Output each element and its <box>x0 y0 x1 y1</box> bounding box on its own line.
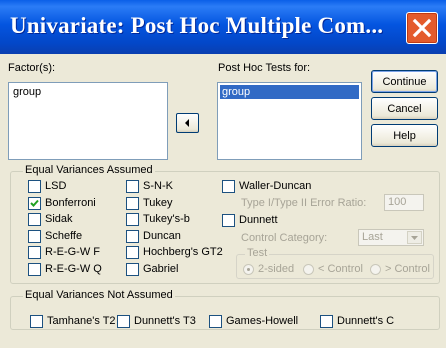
control-category-select[interactable]: Last <box>358 229 424 246</box>
scheffe-label: Scheffe <box>45 230 83 242</box>
tukey-s-b-label: Tukey's-b <box>143 213 190 225</box>
gabriel-label: Gabriel <box>143 263 179 275</box>
equal-variances-title: Equal Variances Assumed <box>23 164 155 176</box>
title-bar[interactable]: Univariate: Post Hoc Multiple Com... <box>0 0 446 54</box>
checkbox-box[interactable] <box>28 213 41 226</box>
dunnett-s-c-label: Dunnett's C <box>337 315 395 327</box>
checkbox-box[interactable] <box>117 315 130 328</box>
checkbox-box[interactable] <box>28 180 41 193</box>
duncan-label: Duncan <box>143 230 181 242</box>
checkmark-icon <box>30 199 39 207</box>
move-button[interactable] <box>176 113 199 133</box>
arrow-left-icon <box>185 119 189 127</box>
control-category-label: Control Category: <box>241 232 328 244</box>
radio-2-sided-label: 2-sided <box>258 263 295 275</box>
factors-listbox[interactable]: group <box>8 82 168 160</box>
games-howell-label: Games-Howell <box>226 315 299 327</box>
checkbox-box[interactable] <box>126 197 139 210</box>
dunnett-s-t3-label: Dunnett's T3 <box>134 315 196 327</box>
dropdown-button[interactable] <box>407 231 422 244</box>
tamhane-s-t2-label: Tamhane's T2 <box>47 315 116 327</box>
radio-dot[interactable] <box>370 264 381 275</box>
checkbox-box[interactable] <box>28 197 41 210</box>
radio-greater-control-label: > Control <box>385 263 430 275</box>
hochberg-s-gt2-label: Hochberg's GT2 <box>143 246 223 258</box>
continue-label: Continue <box>382 75 427 88</box>
checkbox-box[interactable] <box>222 214 235 227</box>
close-button[interactable] <box>406 12 438 44</box>
sidak-label: Sidak <box>45 213 73 225</box>
checkbox-box[interactable] <box>222 180 235 193</box>
radio-dot[interactable] <box>303 264 314 275</box>
checkbox-box[interactable] <box>28 263 41 276</box>
radio-dot[interactable] <box>243 264 254 275</box>
close-icon <box>412 18 432 38</box>
tukey-label: Tukey <box>143 197 173 209</box>
error-ratio-input[interactable]: 100 <box>384 194 424 211</box>
checkbox-box[interactable] <box>126 263 139 276</box>
chevron-down-icon <box>411 236 418 240</box>
cancel-button[interactable]: Cancel <box>371 97 438 120</box>
error-ratio-label: Type I/Type II Error Ratio: <box>241 197 367 209</box>
checkbox-box[interactable] <box>30 315 43 328</box>
cancel-label: Cancel <box>387 102 422 115</box>
checkbox-box[interactable] <box>320 315 333 328</box>
unequal-variances-title: Equal Variances Not Assumed <box>23 289 175 301</box>
posthoc-for-listbox[interactable]: group <box>217 82 362 160</box>
help-label: Help <box>393 129 416 142</box>
checkbox-box[interactable] <box>126 246 139 259</box>
posthoc-list-item[interactable]: group <box>220 85 359 99</box>
continue-button[interactable]: Continue <box>371 70 438 93</box>
checkbox-box[interactable] <box>126 180 139 193</box>
checkbox-box[interactable] <box>28 230 41 243</box>
factors-label: Factor(s): <box>8 62 56 74</box>
help-button[interactable]: Help <box>371 124 438 147</box>
radio-less-control-label: < Control <box>318 263 363 275</box>
r-e-g-w-f-label: R-E-G-W F <box>45 246 100 258</box>
r-e-g-w-q-label: R-E-G-W Q <box>45 263 102 275</box>
waller-duncan-label: Waller-Duncan <box>239 180 312 192</box>
checkbox-box[interactable] <box>28 246 41 259</box>
posthoc-for-label: Post Hoc Tests for: <box>218 62 311 74</box>
bonferroni-label: Bonferroni <box>45 197 96 209</box>
checkbox-box[interactable] <box>126 213 139 226</box>
window-title: Univariate: Post Hoc Multiple Com... <box>10 13 384 38</box>
dialog-window: Univariate: Post Hoc Multiple Com... Fac… <box>0 0 446 348</box>
dunnett-label: Dunnett <box>239 214 278 226</box>
checkbox-box[interactable] <box>126 230 139 243</box>
test-group-title: Test <box>245 247 270 259</box>
lsd-label: LSD <box>45 180 67 192</box>
s-n-k-label: S-N-K <box>143 180 173 192</box>
factors-list-item[interactable]: group <box>11 85 43 99</box>
control-category-value: Last <box>362 231 383 243</box>
checkbox-box[interactable] <box>209 315 222 328</box>
